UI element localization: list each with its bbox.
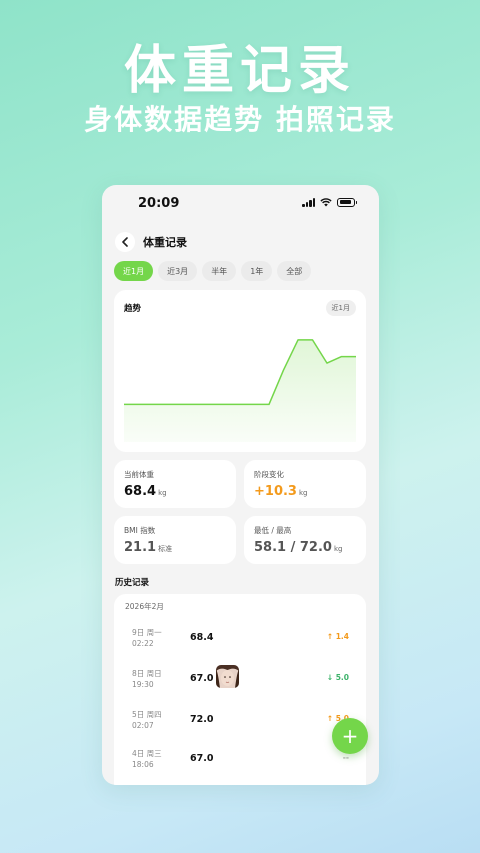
- bmi-value: 21.1 标准: [124, 540, 173, 555]
- history-row[interactable]: 9日 周一 02:22 68.4 ↑ 1.4: [114, 627, 366, 663]
- record-weight: 68.4: [190, 632, 214, 643]
- record-change: --: [342, 753, 349, 762]
- range-value: 58.1 / 72.0 kg: [254, 540, 343, 555]
- page-title: 体重记录: [143, 236, 187, 249]
- current-weight-value: 68.4 kg: [124, 484, 167, 499]
- trend-label: 趋势: [124, 304, 142, 314]
- history-row[interactable]: 8日 周日 19:30 67.0 ↓ 5.0: [114, 665, 366, 704]
- tab-half-year[interactable]: 半年: [202, 261, 237, 281]
- current-weight-label: 当前体重: [124, 470, 154, 479]
- tab-1-year[interactable]: 1年: [241, 261, 273, 281]
- stage-change-card: 阶段变化 +10.3 kg: [244, 460, 366, 508]
- status-time: 20:09: [138, 196, 180, 211]
- phone-screen: 20:09 体重记录 近1月 近3月 半年 1年 全部 趋势 近1月 当前体重 …: [102, 185, 379, 785]
- history-row[interactable]: 4日 周三 18:06 67.0 --: [114, 748, 366, 784]
- trend-range-badge[interactable]: 近1月: [325, 300, 356, 316]
- record-change: ↓ 5.0: [326, 673, 349, 682]
- wifi-icon: [320, 197, 332, 206]
- nav-bar: 体重记录: [115, 232, 187, 252]
- history-card: 2026年2月 9日 周一 02:22 68.4 ↑ 1.4 8日 周日 19:30…: [114, 594, 366, 785]
- stage-change-unit: kg: [298, 489, 308, 497]
- range-label: 最低 / 最高: [254, 526, 292, 535]
- record-weight: 72.0: [190, 714, 214, 725]
- tab-all[interactable]: 全部: [277, 261, 312, 281]
- hero-subtitle: 身体数据趋势 拍照记录: [84, 103, 396, 136]
- bmi-label: BMI 指数: [124, 526, 156, 535]
- record-date: 5日 周四 02:07: [132, 710, 162, 730]
- status-icons: [302, 197, 357, 207]
- record-weight: 67.0: [190, 753, 214, 764]
- battery-icon: [337, 197, 357, 207]
- add-record-button[interactable]: +: [332, 718, 368, 754]
- current-weight-card: 当前体重 68.4 kg: [114, 460, 236, 508]
- bmi-card: BMI 指数 21.1 标准: [114, 516, 236, 564]
- history-title: 历史记录: [115, 578, 150, 588]
- tab-1-month[interactable]: 近1月: [114, 261, 154, 281]
- trend-chart: [124, 339, 356, 442]
- record-change: ↑ 1.4: [326, 632, 349, 641]
- current-weight-unit: kg: [158, 489, 167, 497]
- back-button[interactable]: [115, 232, 135, 252]
- stage-change-label: 阶段变化: [254, 470, 284, 479]
- hero-title: 体重记录: [123, 41, 356, 101]
- record-date: 4日 周三 18:06: [132, 749, 162, 769]
- tab-3-months[interactable]: 近3月: [158, 261, 198, 281]
- record-weight: 67.0: [190, 673, 214, 684]
- range-tabs: 近1月 近3月 半年 1年 全部: [114, 261, 312, 281]
- status-bar: 20:09: [102, 185, 379, 221]
- signal-icon: [302, 197, 315, 207]
- range-unit: kg: [333, 545, 343, 553]
- stage-change-value: +10.3 kg: [254, 484, 308, 499]
- trend-card: 趋势 近1月: [114, 290, 366, 452]
- history-row[interactable]: 5日 周四 02:07 72.0 ↑ 5.0: [114, 709, 366, 745]
- plus-icon: +: [341, 724, 359, 748]
- range-card: 最低 / 最高 58.1 / 72.0 kg: [244, 516, 366, 564]
- chevron-left-icon: [122, 237, 128, 247]
- bmi-status: 标准: [158, 545, 173, 553]
- record-date: 8日 周日 19:30: [132, 669, 162, 689]
- month-label: 2026年2月: [125, 602, 164, 611]
- record-date: 9日 周一 02:22: [132, 628, 162, 648]
- record-photo-thumbnail[interactable]: [216, 665, 239, 688]
